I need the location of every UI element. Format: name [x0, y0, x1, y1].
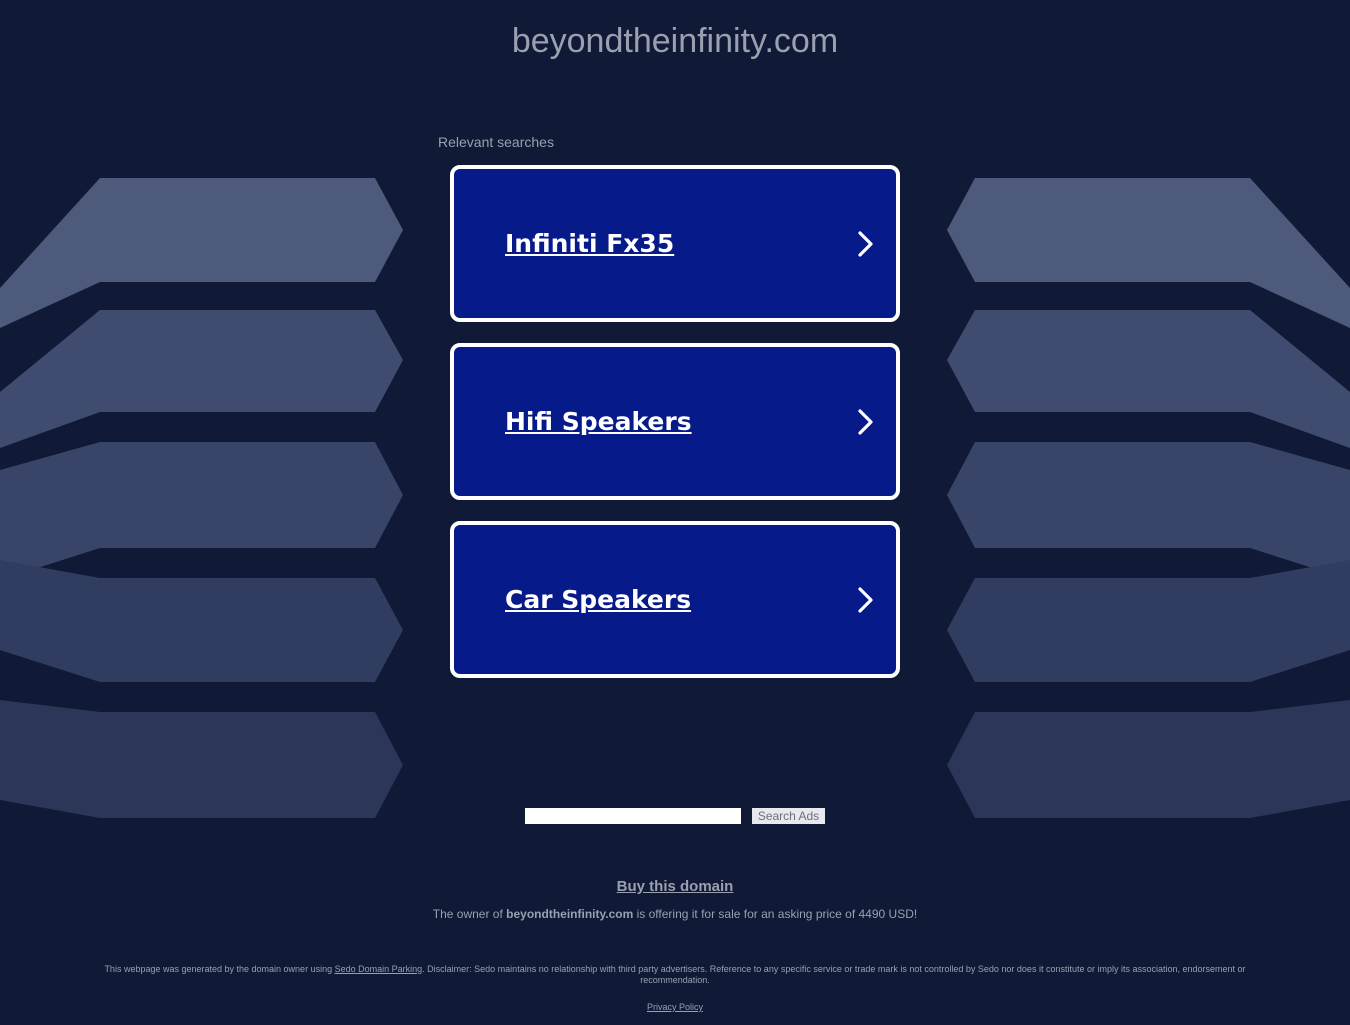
related-search-label: Car Speakers	[505, 585, 692, 614]
domain-title: beyondtheinfinity.com	[511, 22, 839, 60]
chevron-right-icon	[858, 587, 873, 613]
chevron-right-icon	[858, 231, 873, 257]
parking-page: beyondtheinfinity.com Relevant searches …	[0, 0, 1350, 1025]
sale-offer-text: The owner of beyondtheinfinity.com is of…	[0, 907, 1350, 921]
buy-domain-link[interactable]: Buy this domain	[617, 878, 734, 895]
related-search-label: Infiniti Fx35	[505, 229, 675, 258]
disclaimer-suffix: . Disclaimer: Sedo maintains no relation…	[422, 964, 1246, 985]
offer-prefix: The owner of	[432, 907, 507, 921]
search-input[interactable]	[525, 808, 741, 824]
offer-suffix: is offering it for sale for an asking pr…	[633, 907, 918, 921]
offer-domain: beyondtheinfinity.com	[506, 907, 634, 921]
privacy-section: Privacy Policy	[0, 1002, 1350, 1012]
disclaimer-text: This webpage was generated by the domain…	[70, 964, 1280, 986]
privacy-policy-link[interactable]: Privacy Policy	[647, 1002, 703, 1012]
related-search-link-infiniti-fx35[interactable]: Infiniti Fx35	[450, 165, 900, 322]
related-search-link-car-speakers[interactable]: Car Speakers	[450, 521, 900, 678]
related-search-link-hifi-speakers[interactable]: Hifi Speakers	[450, 343, 900, 500]
related-search-label: Hifi Speakers	[505, 407, 692, 436]
sedo-domain-parking-link[interactable]: Sedo Domain Parking	[335, 964, 423, 974]
disclaimer-prefix: This webpage was generated by the domain…	[104, 964, 335, 974]
chevron-right-icon	[858, 409, 873, 435]
background-hexagon-art	[0, 178, 1350, 818]
buy-domain-section: Buy this domain	[0, 878, 1350, 895]
relevant-searches-label: Relevant searches	[438, 134, 554, 150]
search-ads-button[interactable]: Search Ads	[752, 808, 825, 824]
